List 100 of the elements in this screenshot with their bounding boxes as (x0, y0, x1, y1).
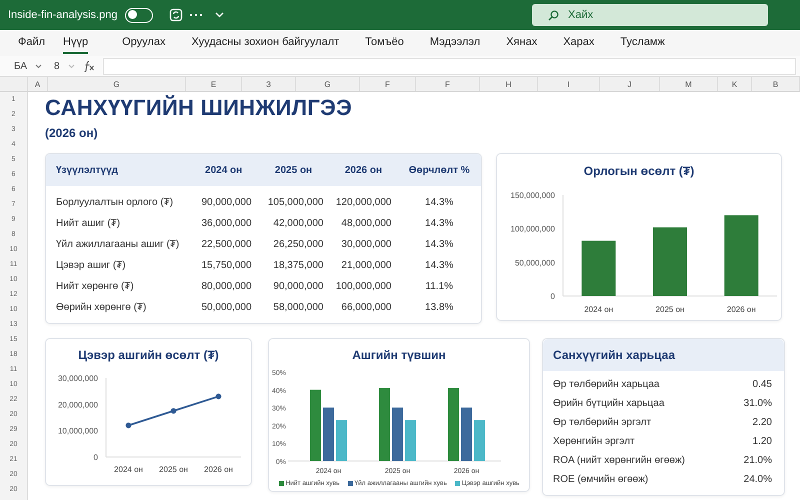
column-header[interactable]: H (480, 77, 538, 91)
table-cell-text: 22,500,000 (200, 238, 253, 252)
bar (392, 408, 403, 461)
table-cell-text: 14.3% (424, 238, 454, 252)
column-header[interactable]: M (660, 77, 718, 91)
column-heading: 2024 он (190, 154, 258, 186)
table-cell: 90,000,000 (190, 186, 258, 213)
axis-tick-label: 100,000,000 (510, 224, 555, 234)
table-cell-text: 30,000,000 (340, 238, 392, 252)
formula-field[interactable] (102, 58, 796, 74)
sync-icon[interactable] (169, 8, 184, 22)
sheet-subtitle: (2026 он) (45, 125, 99, 141)
data-point (216, 394, 222, 400)
data-point (126, 422, 132, 428)
ratio-value: 21.0% (744, 454, 772, 468)
table-cell-text: 100,000,000 (334, 280, 392, 294)
bar (405, 420, 416, 461)
bar (336, 420, 347, 461)
column-header[interactable]: I (538, 77, 600, 91)
axis-tick-label: 30,000,000 (58, 374, 98, 383)
menu-tab[interactable]: Хуудасны зохион байгуулалт (191, 32, 340, 54)
table-cell-text: Үйл ажиллагааны ашиг (₮) (55, 238, 180, 252)
bar (323, 408, 334, 461)
column-header[interactable]: F (360, 77, 416, 91)
ratio-label: Өр төлбөрийн эргэлт (553, 416, 652, 430)
column-heading: Өөрчлөлт % (397, 154, 481, 186)
column-header[interactable]: F (416, 77, 480, 91)
more-icon[interactable] (189, 12, 204, 18)
caret-icon[interactable] (35, 64, 42, 68)
menu-tab[interactable]: Хянах (506, 32, 538, 54)
menu-tab[interactable]: Тусламж (620, 32, 665, 54)
table-cell-text: 18,375,000 (272, 259, 324, 273)
column-header[interactable]: E (186, 77, 242, 91)
ratio-label: ROE (өмчийн өгөөж) (553, 473, 648, 487)
function-icon[interactable] (82, 60, 95, 72)
table-cell-text: 13.8% (424, 301, 454, 315)
axis-tick-label: 10,000,000 (58, 426, 98, 436)
column-header[interactable]: B (752, 77, 800, 91)
window-title: Inside-fin-analysis.png (8, 8, 118, 23)
table-cell-text: 36,000,000 (200, 217, 253, 231)
sheet-title: САНХҮҮГИЙН ШИНЖИЛГЭЭ (45, 95, 354, 121)
table-cell: 120,000,000 (329, 186, 398, 213)
ratio-value: 31.0% (744, 397, 772, 411)
ratio-value: 24.0% (744, 473, 772, 487)
ratio-label: ROA (нийт хөрөнгийн өгөөж) (553, 454, 685, 468)
axis-tick-label: 0 (94, 453, 98, 462)
table-cell-text: 66,000,000 (340, 301, 392, 315)
column-heading: 2025 он (258, 154, 330, 186)
chart-title: Цэвэр ашгийн өсөлт (₮) (77, 347, 220, 364)
bar (653, 227, 687, 296)
bar (474, 420, 485, 461)
data-point (170, 408, 176, 414)
cell-name[interactable]: БА (14, 58, 28, 74)
table-cell: Борлуулалтын орлого (₮) (46, 186, 190, 213)
axis-tick-label: 2026 он (726, 305, 756, 314)
column-header[interactable]: G (48, 77, 186, 91)
column-header[interactable]: З (242, 77, 296, 91)
column-header[interactable]: A (28, 77, 48, 91)
table-cell-text: 14.3% (424, 259, 454, 273)
ratio-value: 2.20 (752, 416, 772, 430)
chevron-down-icon[interactable] (215, 12, 224, 18)
axis-tick-label: 20,000,000 (58, 400, 98, 410)
column-header[interactable]: K (718, 77, 752, 91)
table-cell-text: Өөрийн хөрөнгө (₮) (55, 301, 148, 315)
menu-tab[interactable]: Оруулах (122, 32, 166, 54)
font-size-field[interactable]: 8 (54, 58, 60, 74)
autosave-toggle[interactable] (125, 8, 154, 22)
table-cell-text: 11.1% (424, 280, 454, 294)
bar (461, 408, 472, 461)
bar (582, 240, 616, 296)
table-cell-text: 50,000,000 (200, 301, 253, 315)
menu-tab[interactable]: Харах (563, 32, 594, 54)
table-cell-text: 48,000,000 (340, 217, 392, 231)
table-cell-text: 90,000,000 (272, 280, 324, 294)
table-cell-text: 26,250,000 (272, 238, 324, 252)
table-cell: 14.3% (397, 186, 481, 213)
table-cell-text: 58,000,000 (272, 301, 324, 315)
menu-tab[interactable]: Файл (18, 32, 46, 54)
column-heading: Үзүүлэлтүүд (46, 154, 190, 186)
ratio-value: 0.45 (752, 378, 772, 392)
table-cell-text: 21,000,000 (340, 259, 392, 273)
column-header[interactable]: G (296, 77, 360, 91)
table-cell-text: Цэвэр ашиг (₮) (55, 259, 127, 273)
bar (310, 390, 321, 461)
search-field[interactable]: Хайх (532, 4, 768, 26)
ratio-value: 1.20 (752, 435, 772, 449)
table-cell-text: 15,750,000 (200, 259, 253, 273)
axis-tick-label: 150,000,000 (510, 191, 555, 200)
chart-title: Ашгийн түвшин (351, 347, 447, 364)
axis-tick-label: 2024 он (584, 305, 614, 314)
axis-tick-label: 2024 он (114, 465, 143, 474)
table-cell: 105,000,000 (258, 186, 330, 213)
menu-tab[interactable]: Мэдээлэл (430, 32, 480, 54)
column-header[interactable]: J (600, 77, 660, 91)
menu-tab[interactable]: Нүүр (63, 32, 88, 54)
axis-tick-label: 0 (550, 292, 555, 301)
table-cell-text: 80,000,000 (200, 280, 253, 294)
ratio-label: Өр төлбөрийн харьцаа (553, 378, 660, 392)
menu-tab[interactable]: Томъёо (365, 32, 404, 54)
axis-tick-label: 2025 он (159, 465, 188, 474)
